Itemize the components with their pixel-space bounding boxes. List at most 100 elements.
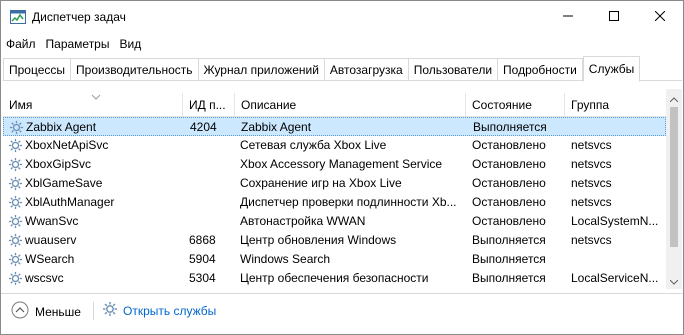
open-services-link[interactable]: Открыть службы <box>102 301 216 320</box>
service-name: XblGameSave <box>25 176 103 190</box>
menu-file[interactable]: Файл <box>1 34 41 54</box>
service-gear-icon <box>8 214 23 229</box>
tab-startup[interactable]: Автозагрузка <box>323 58 408 81</box>
column-header-pid[interactable]: ИД п... <box>183 93 235 117</box>
service-group: netsvcs <box>571 195 612 209</box>
service-group: netsvcs <box>571 138 612 152</box>
service-name: XboxGipSvc <box>25 157 92 171</box>
service-pid: 4204 <box>190 120 217 134</box>
minimize-button[interactable] <box>545 1 591 33</box>
service-state: Остановлено <box>472 176 546 190</box>
table-row[interactable]: WSearch 5904 Windows Search Выполняется <box>3 250 666 269</box>
service-state: Остановлено <box>472 214 546 228</box>
services-gear-icon <box>102 301 118 320</box>
table-row[interactable]: XboxGipSvc Xbox Accessory Management Serv… <box>3 155 666 174</box>
tab-users[interactable]: Пользователи <box>407 58 498 81</box>
table-row[interactable]: XboxNetApiSvc Сетевая служба Xbox Live Ост… <box>3 136 666 155</box>
tab-divider <box>3 80 682 81</box>
task-manager-icon <box>10 10 26 24</box>
task-manager-window: Диспетчер задач Файл Параметры Вид Проце… <box>0 0 684 335</box>
table-row[interactable]: wuauserv 6868 Центр обновления Windows Выпо… <box>3 231 666 250</box>
tab-performance[interactable]: Производительность <box>70 58 198 81</box>
service-state: Остановлено <box>472 157 546 171</box>
service-gear-icon <box>8 176 23 191</box>
column-header-state[interactable]: Состояние <box>466 93 565 117</box>
service-description: Центр обеспечения безопасности <box>240 271 429 285</box>
scroll-thumb[interactable] <box>670 107 678 247</box>
service-description: Автонастройка WWAN <box>240 214 366 228</box>
menu-bar: Файл Параметры Вид <box>1 34 146 54</box>
table-header: Имя ИД п... Описание Состояние Группа <box>3 93 666 117</box>
service-gear-icon <box>8 271 23 286</box>
service-state: Остановлено <box>472 138 546 152</box>
service-description: Xbox Accessory Management Service <box>240 157 443 171</box>
open-services-label: Открыть службы <box>123 303 217 318</box>
service-description: Zabbix Agent <box>241 120 312 134</box>
column-header-description[interactable]: Описание <box>235 93 466 117</box>
service-name: wscsvc <box>25 271 64 285</box>
service-name: Zabbix Agent <box>26 120 97 134</box>
title-bar[interactable]: Диспетчер задач <box>1 1 683 33</box>
service-gear-icon <box>8 233 23 248</box>
service-gear-icon <box>8 157 23 172</box>
footer-separator <box>93 302 94 320</box>
minimize-icon <box>563 10 573 24</box>
service-state: Выполняется <box>472 233 546 247</box>
service-gear-icon <box>9 120 24 135</box>
service-group: LocalSystemN... <box>571 214 659 228</box>
service-gear-icon <box>8 252 23 267</box>
service-state: Выполняется <box>473 120 547 134</box>
fewer-details-button[interactable]: Меньше <box>11 301 81 322</box>
scroll-down-button[interactable] <box>666 272 682 289</box>
window-title: Диспетчер задач <box>32 10 126 24</box>
service-name: XboxNetApiSvc <box>25 138 109 152</box>
service-state: Остановлено <box>472 195 546 209</box>
vertical-scrollbar[interactable] <box>666 89 682 289</box>
service-description: Диспетчер проверки подлинности Xb... <box>240 195 457 209</box>
tab-strip: Процессы Производительность Журнал прило… <box>3 56 641 82</box>
tab-app-history[interactable]: Журнал приложений <box>197 58 324 81</box>
service-pid: 5304 <box>189 271 216 285</box>
service-name: wuauserv <box>25 233 77 247</box>
chevron-up-icon <box>669 91 679 105</box>
service-gear-icon <box>8 138 23 153</box>
service-description: Windows Search <box>240 252 331 266</box>
menu-view[interactable]: Вид <box>114 34 146 54</box>
service-group: netsvcs <box>571 157 612 171</box>
menu-options[interactable]: Параметры <box>41 34 115 54</box>
service-state: Выполняется <box>472 271 546 285</box>
maximize-button[interactable] <box>591 1 637 33</box>
chevron-up-circle-icon <box>11 301 29 322</box>
scroll-up-button[interactable] <box>666 89 682 106</box>
service-group: netsvcs <box>571 233 612 247</box>
table-row[interactable]: wscsvc 5304 Центр обеспечения безопасности… <box>3 269 666 288</box>
service-name: XblAuthManager <box>25 195 115 209</box>
maximize-icon <box>609 10 619 24</box>
service-gear-icon <box>8 195 23 210</box>
service-group: LocalServiceN... <box>571 271 659 285</box>
fewer-details-label: Меньше <box>35 304 81 319</box>
service-state: Выполняется <box>472 252 546 266</box>
close-button[interactable] <box>637 1 683 33</box>
service-description: Сетевая служба Xbox Live <box>240 138 387 152</box>
table-row[interactable]: WwanSvc Автонастройка WWAN Остановлено Loca… <box>3 212 666 231</box>
column-header-name[interactable]: Имя <box>3 93 183 117</box>
tab-services[interactable]: Службы <box>582 56 641 82</box>
tab-processes[interactable]: Процессы <box>3 58 71 81</box>
table-row[interactable]: XblAuthManager Диспетчер проверки подлинн… <box>3 193 666 212</box>
service-pid: 5904 <box>189 252 216 266</box>
service-pid: 6868 <box>189 233 216 247</box>
service-description: Центр обновления Windows <box>240 233 397 247</box>
service-group: netsvcs <box>571 176 612 190</box>
services-table: Имя ИД п... Описание Состояние Группа Za… <box>3 89 682 289</box>
tab-details[interactable]: Подробности <box>497 58 583 81</box>
close-icon <box>654 10 666 24</box>
chevron-down-icon <box>669 274 679 288</box>
table-row[interactable]: Zabbix Agent 4204 Zabbix Agent Выполняется <box>3 117 666 136</box>
table-row[interactable]: XblGameSave Сохранение игр на Xbox Live Ос… <box>3 174 666 193</box>
footer-bar: Меньше Открыть службы <box>1 293 683 334</box>
service-name: WwanSvc <box>25 214 79 228</box>
service-name: WSearch <box>25 252 75 266</box>
service-description: Сохранение игр на Xbox Live <box>240 176 402 190</box>
column-header-group[interactable]: Группа <box>565 93 666 117</box>
